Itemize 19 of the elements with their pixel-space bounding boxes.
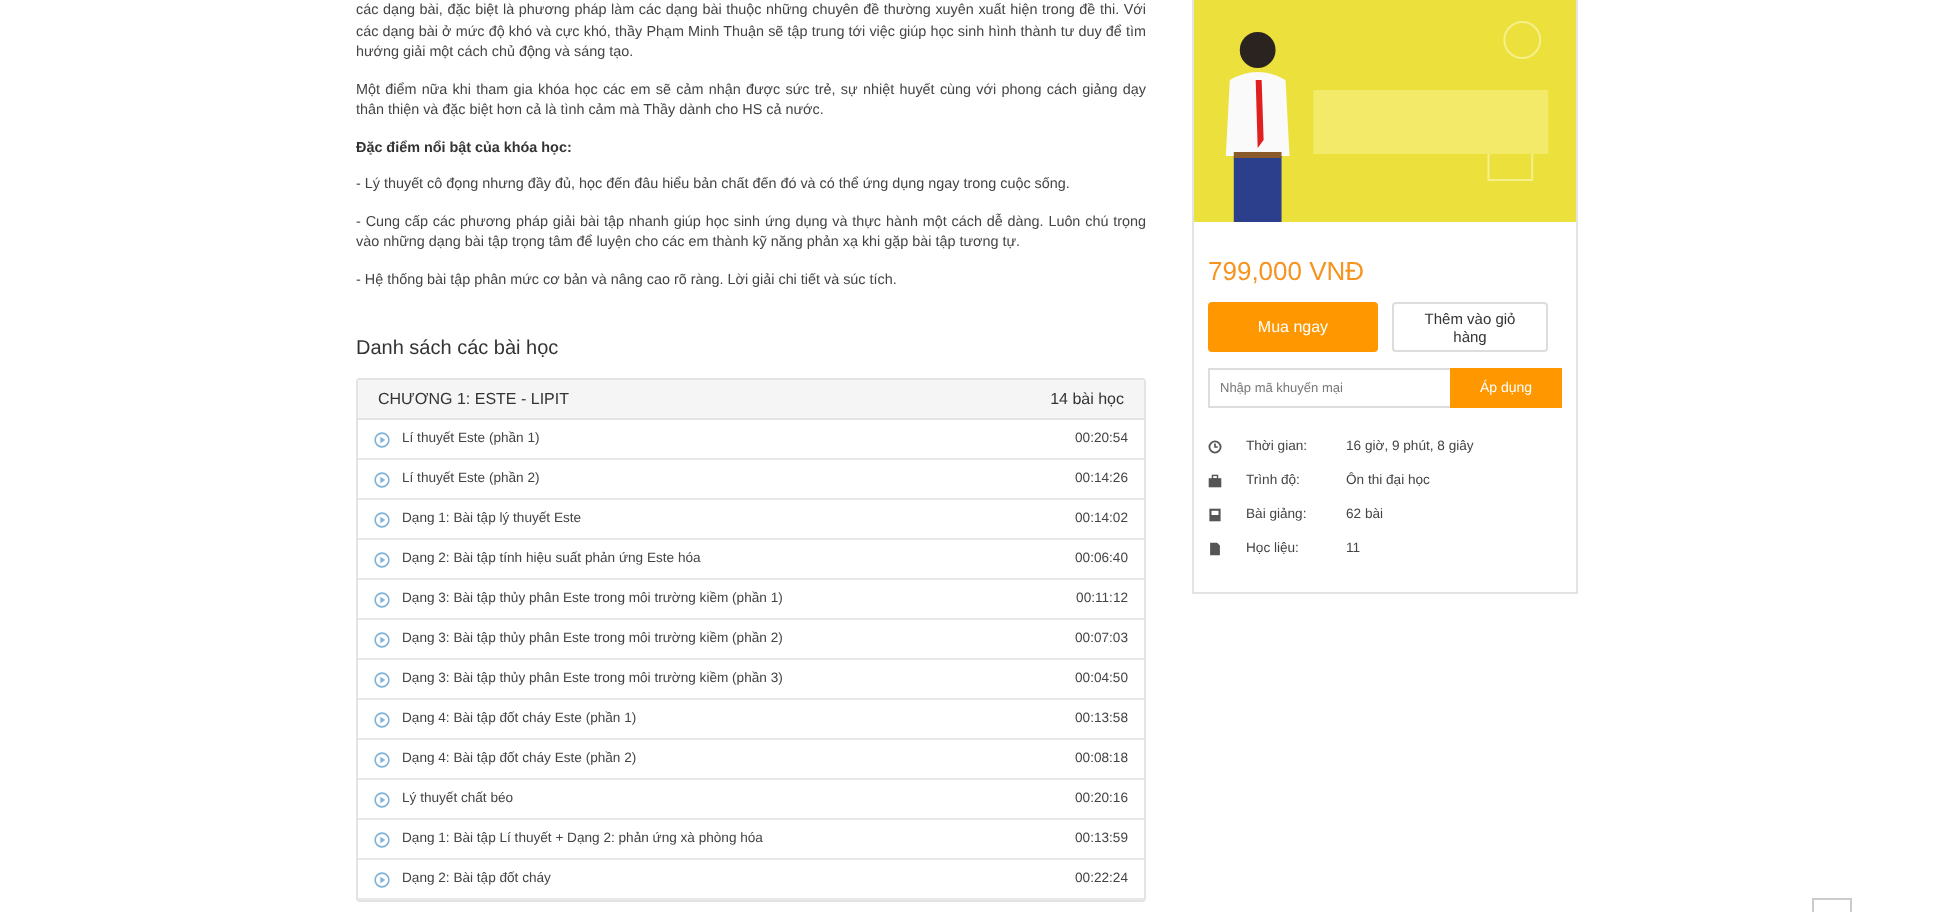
document-icon — [1208, 542, 1222, 556]
play-icon — [374, 631, 390, 647]
play-icon — [374, 871, 390, 887]
play-icon — [374, 751, 390, 767]
play-icon — [374, 511, 390, 527]
book-icon — [1208, 508, 1222, 522]
briefcase-icon — [1208, 474, 1222, 488]
play-icon — [374, 551, 390, 567]
play-icon — [374, 711, 390, 727]
play-icon — [374, 591, 390, 607]
play-icon — [374, 831, 390, 847]
course-price: 799,000 VNĐ — [1208, 256, 1367, 286]
lesson-list-title: Danh sách các bài học — [356, 338, 561, 360]
play-icon — [374, 671, 390, 687]
clock-icon — [1208, 440, 1222, 454]
chapter-header[interactable]: CHƯƠNG 1: ESTE - LIPIT 14 bài học — [358, 380, 1144, 420]
play-icon — [374, 791, 390, 807]
play-icon — [374, 471, 390, 487]
play-icon — [374, 431, 390, 447]
